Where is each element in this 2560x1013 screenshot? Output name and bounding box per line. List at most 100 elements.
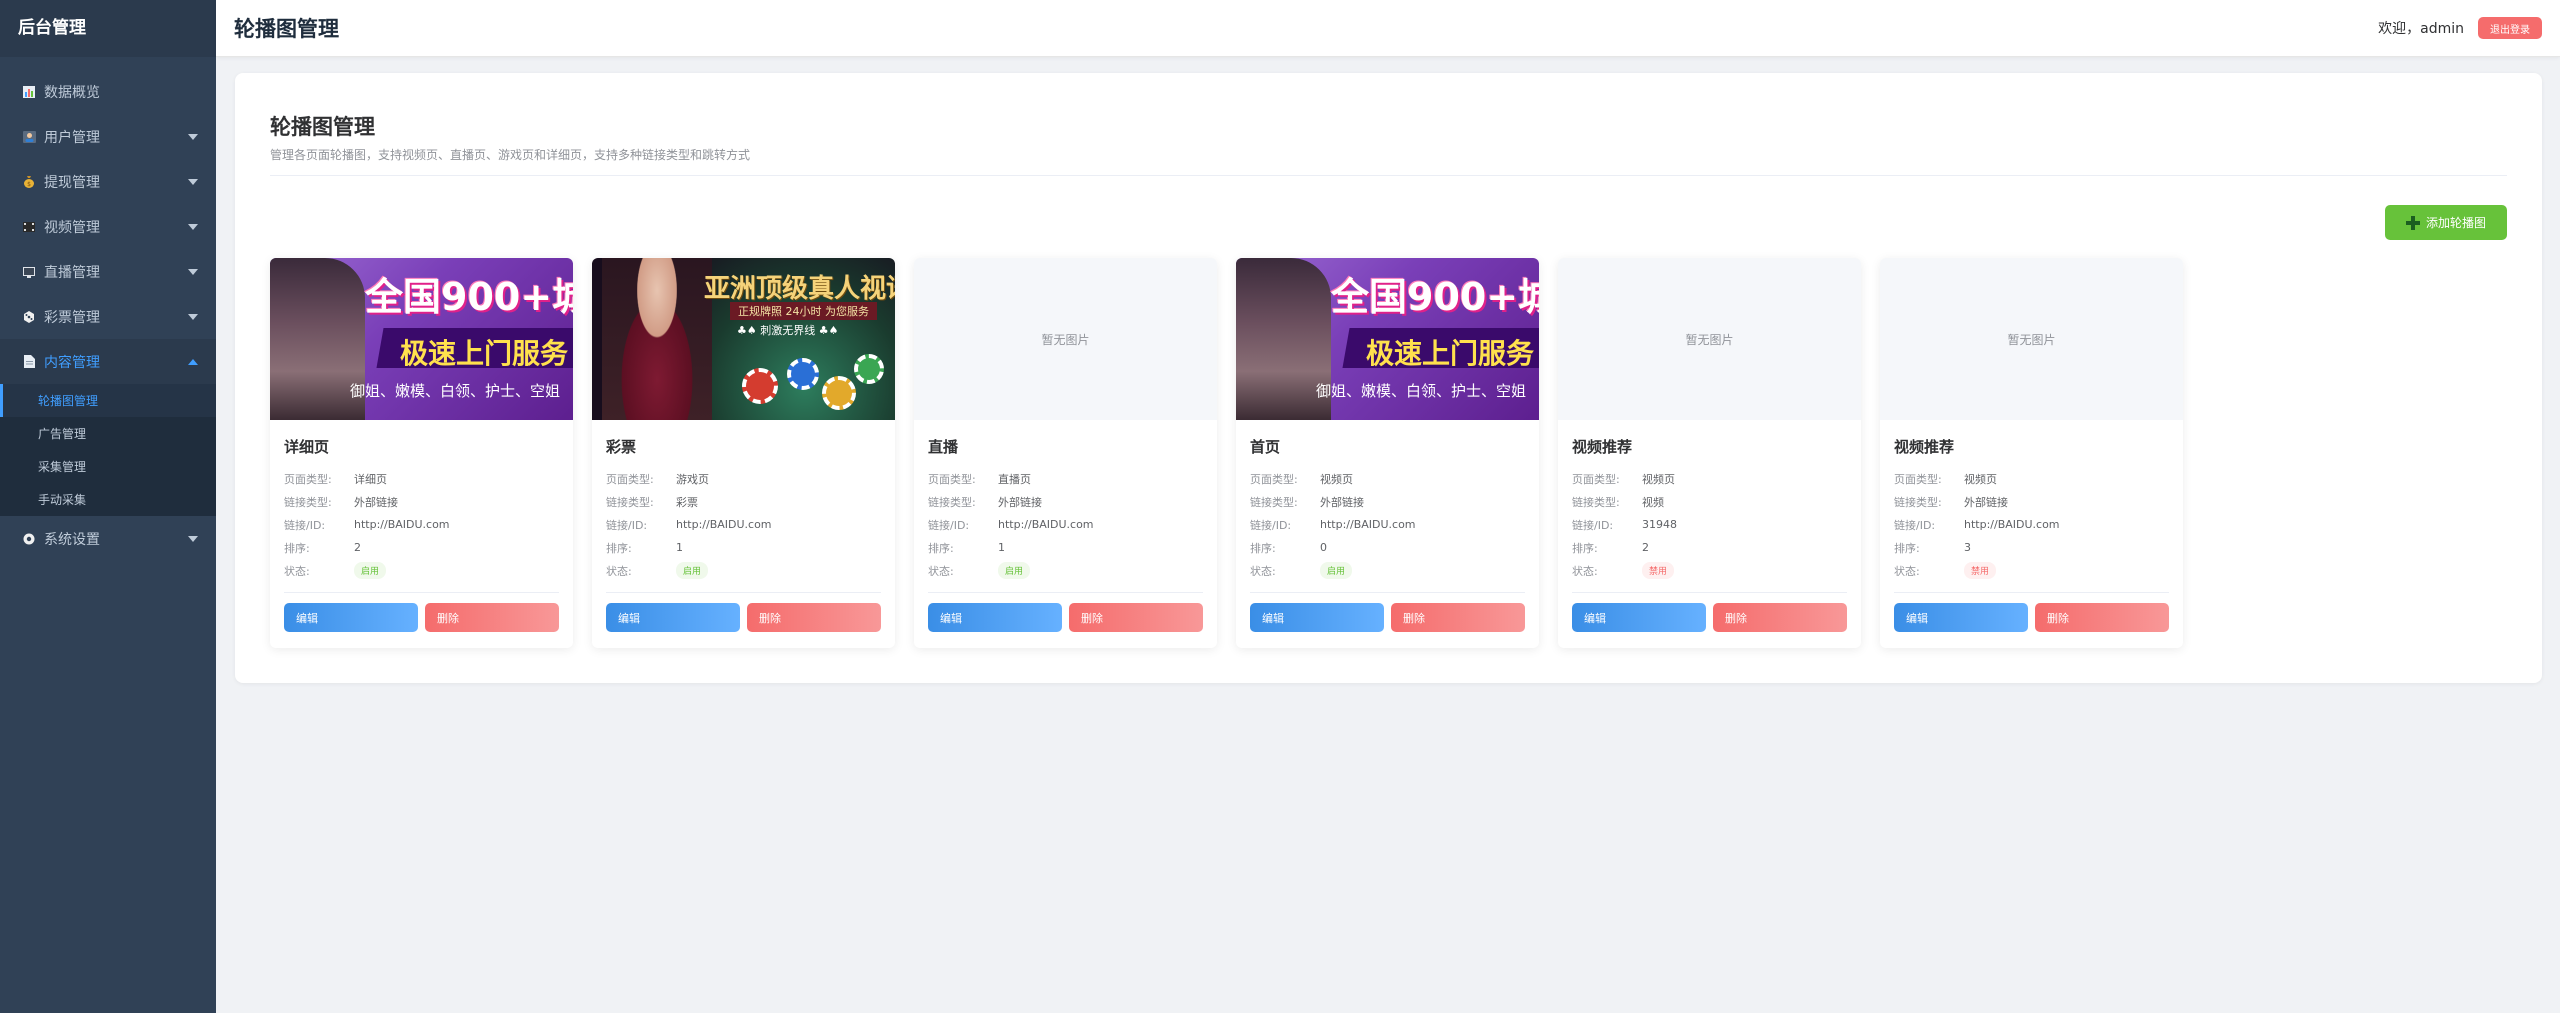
field-label: 链接/ID: [284, 518, 326, 532]
submenu-item-carousel[interactable]: 轮播图管理 [0, 384, 216, 417]
delete-button[interactable]: 删除 [1713, 603, 1847, 632]
field-label: 状态: [606, 564, 632, 578]
field-label: 链接类型: [1250, 495, 1298, 509]
field-label: 状态: [1250, 564, 1276, 578]
field-link-id: 链接/ID: 31948 [1572, 513, 1847, 536]
field-label: 链接类型: [928, 495, 976, 509]
logout-button[interactable]: 退出登录 [2478, 17, 2542, 39]
carousel-panel: 轮播图管理 管理各页面轮播图，支持视频页、直播页、游戏页和详细页，支持多种链接类… [235, 73, 2542, 683]
field-label: 页面类型: [606, 472, 654, 486]
field-label: 状态: [284, 564, 310, 578]
gear-icon [22, 532, 36, 546]
field-value: http://BAIDU.com [1320, 518, 1416, 531]
card-title: 视频推荐 [1894, 438, 1955, 456]
no-image-placeholder: 暂无图片 [1880, 258, 2183, 420]
divider [1250, 592, 1525, 593]
delete-button[interactable]: 删除 [747, 603, 881, 632]
field-label: 链接/ID: [1572, 518, 1614, 532]
field-status: 状态: 禁用 [1572, 559, 1847, 582]
casino-chip [742, 368, 778, 404]
live-icon [22, 265, 36, 279]
sidebar-item-video[interactable]: 视频管理 [0, 204, 216, 249]
edit-button[interactable]: 编辑 [1250, 603, 1384, 632]
sidebar-item-lottery[interactable]: 彩票管理 [0, 294, 216, 339]
delete-button[interactable]: 删除 [425, 603, 559, 632]
sidebar-item-label: 彩票管理 [44, 309, 100, 326]
card-title: 首页 [1250, 438, 1281, 456]
delete-button[interactable]: 删除 [1069, 603, 1203, 632]
submenu-item-ads[interactable]: 广告管理 [0, 417, 216, 450]
field-value: 直播页 [998, 472, 1031, 486]
field-label: 排序: [928, 541, 954, 555]
card-title: 详细页 [284, 438, 330, 456]
video-icon [22, 220, 36, 234]
submenu-item-manual-collect[interactable]: 手动采集 [0, 483, 216, 516]
field-value: http://BAIDU.com [676, 518, 772, 531]
status-badge: 禁用 [1642, 562, 1675, 579]
delete-button[interactable]: 删除 [2035, 603, 2169, 632]
field-value: 0 [1320, 541, 1327, 554]
banner-text: 御姐、嫩模、白领、护士、空姐 [1316, 382, 1527, 400]
status-badge: 启用 [1320, 562, 1353, 579]
sidebar-item-label: 系统设置 [44, 531, 100, 548]
divider [1894, 592, 2169, 593]
field-value: 31948 [1642, 518, 1677, 531]
field-page-type: 页面类型: 游戏页 [606, 467, 881, 490]
chart-icon [22, 85, 36, 99]
sidebar-item-settings[interactable]: 系统设置 [0, 516, 216, 561]
edit-button[interactable]: 编辑 [928, 603, 1062, 632]
sidebar-item-label: 直播管理 [44, 264, 100, 281]
field-value: http://BAIDU.com [354, 518, 450, 531]
field-label: 排序: [606, 541, 632, 555]
submenu-item-collect[interactable]: 采集管理 [0, 450, 216, 483]
divider [1572, 592, 1847, 593]
field-page-type: 页面类型: 详细页 [284, 467, 559, 490]
field-link-type: 链接类型: 彩票 [606, 490, 881, 513]
banner-text: ♣♠ 刺激无界线 ♣♠ [737, 324, 839, 337]
no-image-placeholder: 暂无图片 [1558, 258, 1861, 420]
chevron-up-icon [188, 358, 198, 365]
sidebar-item-dashboard[interactable]: 数据概览 [0, 69, 216, 114]
banner-text: 亚洲顶级真人视讯 [704, 274, 895, 304]
sidebar-item-label: 数据概览 [44, 84, 100, 101]
sidebar: 后台管理 数据概览 用户管理 $ 提现管理 视频管理 直播管理 彩票管理 内容管… [0, 0, 216, 1013]
edit-button[interactable]: 编辑 [284, 603, 418, 632]
chevron-down-icon [188, 313, 198, 320]
edit-button[interactable]: 编辑 [606, 603, 740, 632]
field-label: 页面类型: [928, 472, 976, 486]
chevron-down-icon [188, 133, 198, 140]
field-value: 视频 [1642, 495, 1664, 509]
banner-image: 全国900+城 极速上门服务 御姐、嫩模、白领、护士、空姐 [270, 258, 573, 420]
field-link-id: 链接/ID: http://BAIDU.com [1250, 513, 1525, 536]
carousel-card: 暂无图片 视频推荐 页面类型: 视频页 链接类型: 视频 链接/ID: 31948 排序: 2 状… [1558, 258, 1861, 648]
field-status: 状态: 启用 [606, 559, 881, 582]
edit-button[interactable]: 编辑 [1572, 603, 1706, 632]
sidebar-item-live[interactable]: 直播管理 [0, 249, 216, 294]
banner-text: 正规牌照 24小时 为您服务 [730, 302, 877, 320]
card-body: 直播 页面类型: 直播页 链接类型: 外部链接 链接/ID: http://BAIDU.co… [914, 420, 1217, 632]
add-carousel-label: 添加轮播图 [2425, 216, 2486, 230]
field-value: 外部链接 [1964, 495, 2008, 509]
chevron-down-icon [188, 268, 198, 275]
sidebar-item-withdraw[interactable]: $ 提现管理 [0, 159, 216, 204]
field-sort: 排序: 1 [928, 536, 1203, 559]
sidebar-item-label: 用户管理 [44, 129, 100, 146]
delete-button[interactable]: 删除 [1391, 603, 1525, 632]
top-header: 轮播图管理 欢迎，admin 退出登录 [216, 0, 2560, 57]
card-body: 详细页 页面类型: 详细页 链接类型: 外部链接 链接/ID: http://BAIDU.c… [270, 420, 573, 632]
field-value: 外部链接 [1320, 495, 1364, 509]
banner-text: 极速上门服务 [400, 337, 569, 370]
field-page-type: 页面类型: 视频页 [1572, 467, 1847, 490]
sidebar-item-content[interactable]: 内容管理 [0, 339, 216, 384]
field-value: 1 [676, 541, 683, 554]
edit-button[interactable]: 编辑 [1894, 603, 2028, 632]
money-bag-icon: $ [22, 175, 36, 189]
field-link-id: 链接/ID: http://BAIDU.com [606, 513, 881, 536]
field-link-type: 链接类型: 外部链接 [1250, 490, 1525, 513]
user-area: 欢迎，admin 退出登录 [2378, 17, 2542, 39]
sidebar-item-users[interactable]: 用户管理 [0, 114, 216, 159]
field-label: 页面类型: [1572, 472, 1620, 486]
field-status: 状态: 启用 [284, 559, 559, 582]
field-label: 链接类型: [1894, 495, 1942, 509]
add-carousel-button[interactable]: 添加轮播图 [2385, 205, 2507, 240]
